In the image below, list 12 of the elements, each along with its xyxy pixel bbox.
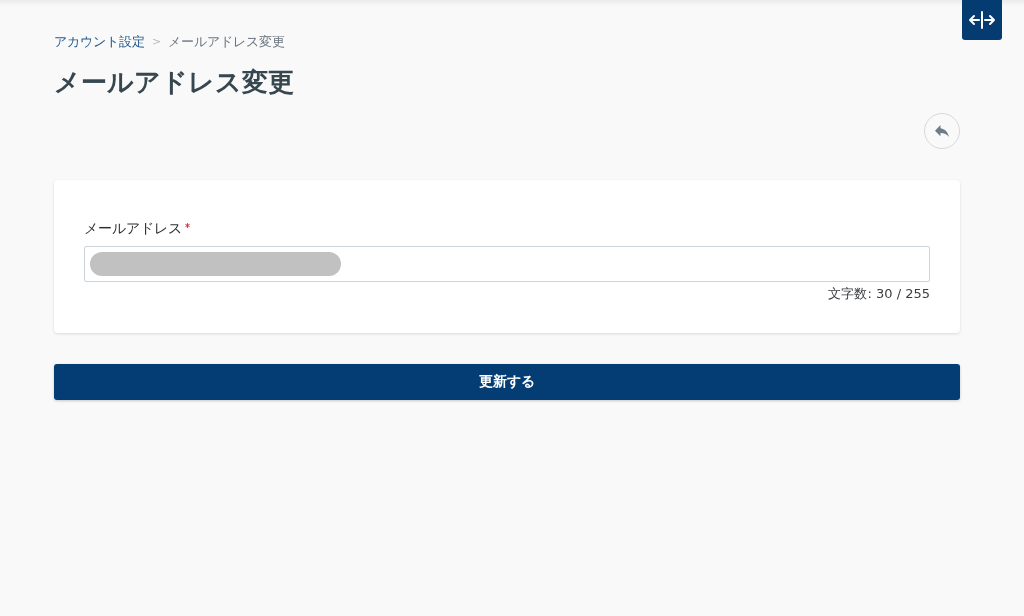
email-input-field[interactable] xyxy=(84,246,930,282)
left-right-arrows-icon xyxy=(968,10,996,30)
breadcrumb-link[interactable]: アカウント設定 xyxy=(54,33,145,51)
character-counter: 文字数: 30 / 255 xyxy=(828,286,930,301)
breadcrumb-separator: > xyxy=(152,34,162,50)
page-title: メールアドレス変更 xyxy=(54,67,294,97)
update-button[interactable]: 更新する xyxy=(54,364,960,400)
width-toggle-button[interactable] xyxy=(962,0,1002,40)
breadcrumb-current: メールアドレス変更 xyxy=(168,33,286,51)
field-label: メールアドレス xyxy=(84,219,182,238)
back-button[interactable] xyxy=(924,113,960,149)
return-arrow-icon xyxy=(935,125,949,137)
